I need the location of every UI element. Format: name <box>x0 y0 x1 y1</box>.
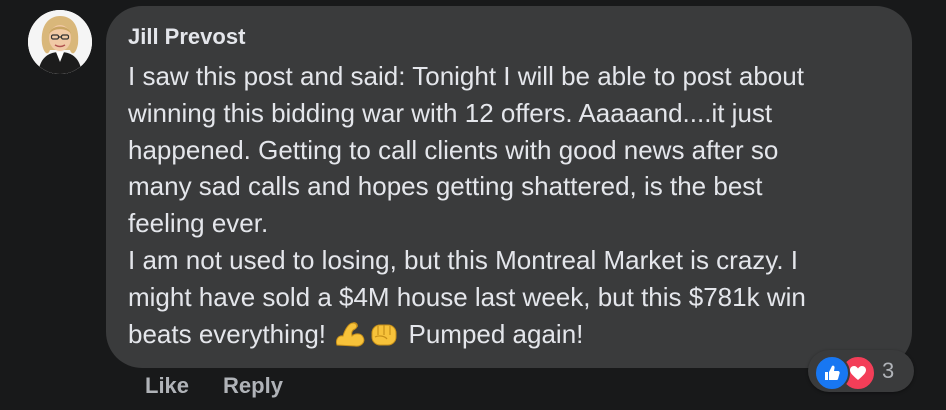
like-reaction-icon <box>814 355 850 391</box>
like-button[interactable]: Like <box>145 370 189 402</box>
comment-line: might have sold a $4M house last week, b… <box>128 281 806 312</box>
comment-line: I am not used to losing, but this Montre… <box>128 244 799 275</box>
comment-author-name[interactable]: Jill Prevost <box>128 24 245 50</box>
comment-text: I saw this post and said: Tonight I will… <box>128 58 898 352</box>
comment-line-end: Pumped again! <box>408 318 584 349</box>
comment-line: winning this bidding war with 12 offers.… <box>128 97 773 128</box>
comment-line-emoji: beats everything! Pumped again! <box>128 316 898 353</box>
flexed-biceps-icon <box>333 319 367 349</box>
comment-actions: Like Reply <box>145 370 283 402</box>
comment-line: many sad calls and hopes getting shatter… <box>128 171 763 202</box>
comment-line-start: beats everything! <box>128 318 327 349</box>
comment-line: feeling ever. <box>128 208 269 239</box>
author-avatar[interactable] <box>28 10 92 74</box>
oncoming-fist-icon <box>367 319 401 349</box>
reply-button[interactable]: Reply <box>223 370 283 402</box>
reaction-summary[interactable]: 3 <box>808 350 914 392</box>
reaction-count: 3 <box>882 358 895 383</box>
comment-line: happened. Getting to call clients with g… <box>128 134 779 165</box>
comment-line: I saw this post and said: Tonight I will… <box>128 61 804 91</box>
